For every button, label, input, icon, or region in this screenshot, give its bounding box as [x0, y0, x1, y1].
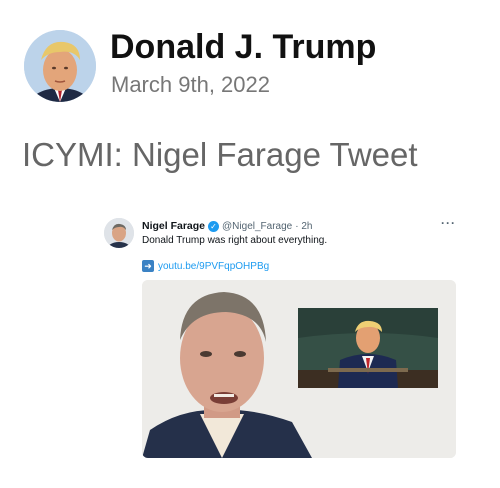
- tweet-header: Nigel Farage ✓ @Nigel_Farage · 2h: [142, 220, 312, 232]
- tweet-handle[interactable]: @Nigel_Farage: [222, 221, 292, 232]
- arrow-right-icon: ➜: [142, 260, 154, 272]
- post-date: March 9th, 2022: [111, 72, 270, 97]
- inset-video-image: [298, 308, 438, 388]
- author-avatar[interactable]: [24, 30, 96, 102]
- more-options-icon[interactable]: ···: [441, 216, 456, 230]
- tweet-link[interactable]: ➜ youtu.be/9PVFqpOHPBg: [142, 260, 269, 272]
- inset-video-clip: [298, 308, 438, 388]
- video-thumbnail[interactable]: [142, 280, 456, 458]
- tweet-time: · 2h: [295, 220, 313, 232]
- tweet-display-name[interactable]: Nigel Farage: [142, 220, 205, 232]
- author-name[interactable]: Donald J. Trump: [110, 28, 376, 67]
- post-title: ICYMI: Nigel Farage Tweet: [22, 136, 418, 173]
- tweet-author-avatar[interactable]: [104, 218, 134, 248]
- verified-badge-icon: ✓: [208, 220, 220, 232]
- tweet-author-avatar-image: [104, 218, 134, 248]
- embedded-tweet: Nigel Farage ✓ @Nigel_Farage · 2h ··· Do…: [100, 214, 470, 464]
- tweet-link-text[interactable]: youtu.be/9PVFqpOHPBg: [158, 261, 269, 272]
- author-avatar-image: [24, 30, 96, 102]
- tweet-text: Donald Trump was right about everything.: [142, 235, 328, 246]
